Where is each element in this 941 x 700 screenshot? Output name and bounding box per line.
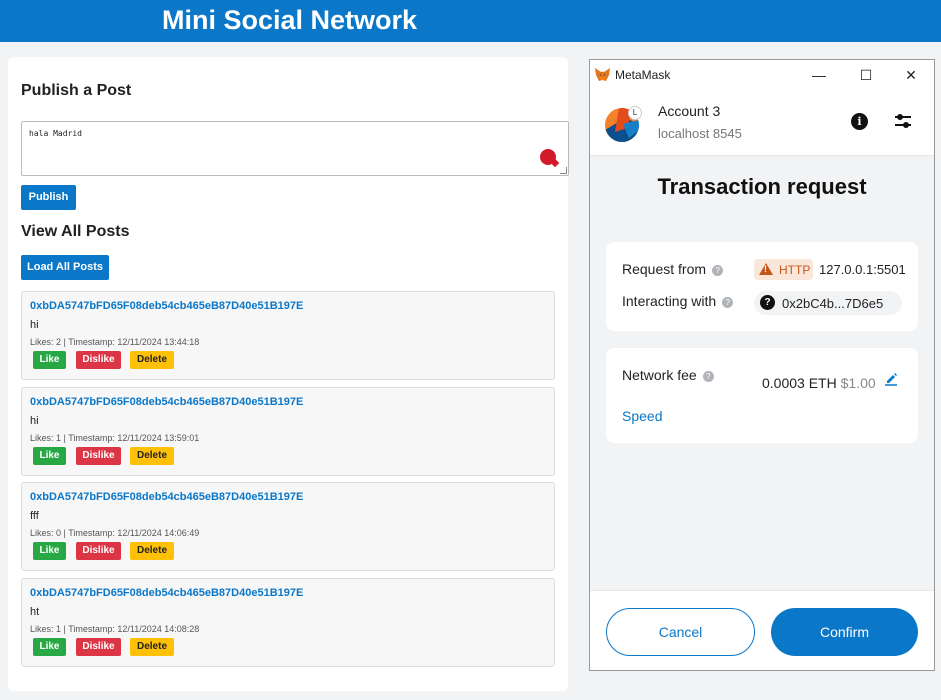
network-fee-row: Network fee? [622, 367, 714, 383]
unknown-contract-icon: ? [760, 295, 775, 310]
like-button[interactable]: Like [33, 447, 66, 465]
post-meta: Likes: 0 | Timestamp: 12/11/2024 14:06:4… [30, 528, 200, 538]
publish-button[interactable]: Publish [21, 185, 76, 210]
help-icon[interactable]: ? [702, 371, 714, 382]
help-icon[interactable]: ? [722, 297, 734, 308]
settings-sliders-icon[interactable] [894, 112, 912, 130]
post-textarea[interactable]: hala Madrid [21, 121, 569, 176]
like-button[interactable]: Like [33, 542, 66, 560]
post-content: hi [30, 319, 39, 331]
help-icon[interactable]: ? [712, 265, 724, 276]
network-badge-letter: L [628, 106, 642, 120]
account-name[interactable]: Account 3 [658, 103, 720, 119]
post-meta: Likes: 1 | Timestamp: 12/11/2024 14:08:2… [30, 624, 200, 634]
app-title: Mini Social Network [162, 5, 418, 35]
speed-link[interactable]: Speed [622, 408, 662, 424]
post-author: 0xbDA5747bFD65F08deb54cb465eB87D40e51B19… [30, 491, 304, 503]
contract-address: 0x2bC4b...7D6e5 [782, 296, 884, 311]
request-from-row: Request from? [622, 261, 724, 277]
close-button[interactable]: ✕ [900, 64, 922, 86]
resize-handle-icon[interactable] [560, 167, 567, 174]
confirm-button[interactable]: Confirm [771, 608, 918, 656]
post-content: ht [30, 606, 40, 618]
metamask-fox-icon [595, 68, 610, 81]
like-button[interactable]: Like [33, 638, 66, 656]
network-badge: L [605, 106, 642, 142]
metamask-titlebar: MetaMask — ☐ ✕ [590, 60, 934, 90]
request-origin: 127.0.0.1:5501 [819, 262, 906, 277]
post-content: hi [30, 415, 39, 427]
app-header: Mini Social Network [0, 0, 941, 42]
http-badge-label: HTTP [779, 263, 811, 277]
interacting-with-row: Interacting with? [622, 293, 734, 309]
delete-button[interactable]: Delete [130, 542, 174, 560]
main-panel: Publish a Post hala Madrid Publish View … [8, 57, 569, 691]
cancel-button[interactable]: Cancel [606, 608, 755, 656]
delete-button[interactable]: Delete [130, 447, 174, 465]
view-posts-heading: View All Posts [21, 223, 130, 240]
minimize-button[interactable]: — [808, 64, 830, 86]
grammar-check-icon[interactable] [540, 149, 556, 165]
post-author: 0xbDA5747bFD65F08deb54cb465eB87D40e51B19… [30, 587, 304, 599]
post-author: 0xbDA5747bFD65F08deb54cb465eB87D40e51B19… [30, 300, 304, 312]
contract-address-pill[interactable]: ? 0x2bC4b...7D6e5 [754, 291, 902, 315]
fee-eth: 0.0003 ETH [762, 375, 837, 391]
post-author: 0xbDA5747bFD65F08deb54cb465eB87D40e51B19… [30, 396, 304, 408]
metamask-window-title: MetaMask [615, 68, 671, 82]
post-meta: Likes: 1 | Timestamp: 12/11/2024 13:59:0… [30, 433, 200, 443]
http-warning-badge: HTTP [754, 259, 813, 280]
post-card: 0xbDA5747bFD65F08deb54cb465eB87D40e51B19… [21, 578, 555, 667]
post-card: 0xbDA5747bFD65F08deb54cb465eB87D40e51B19… [21, 291, 555, 380]
request-details-card: Request from? HTTP 127.0.0.1:5501 Intera… [606, 242, 918, 331]
network-fee-label: Network fee [622, 367, 697, 383]
info-icon[interactable]: i [851, 113, 868, 130]
delete-button[interactable]: Delete [130, 638, 174, 656]
network-fee-card: Network fee? 0.0003 ETH $1.00 Speed [606, 348, 918, 443]
dislike-button[interactable]: Dislike [76, 447, 121, 465]
metamask-footer: Cancel Confirm [590, 590, 934, 670]
post-card: 0xbDA5747bFD65F08deb54cb465eB87D40e51B19… [21, 482, 555, 571]
account-header: L Account 3 localhost 8545 i [590, 90, 934, 156]
request-from-label: Request from [622, 261, 707, 277]
publish-heading: Publish a Post [21, 82, 132, 99]
post-card: 0xbDA5747bFD65F08deb54cb465eB87D40e51B19… [21, 387, 555, 476]
dislike-button[interactable]: Dislike [76, 351, 121, 369]
post-content: fff [30, 510, 39, 522]
post-meta: Likes: 2 | Timestamp: 12/11/2024 13:44:1… [30, 337, 200, 347]
delete-button[interactable]: Delete [130, 351, 174, 369]
metamask-window: MetaMask — ☐ ✕ L Account 3 localhost 854… [589, 59, 935, 671]
network-name: localhost 8545 [658, 126, 742, 141]
dislike-button[interactable]: Dislike [76, 542, 121, 560]
interacting-with-label: Interacting with [622, 293, 717, 309]
network-fee-value: 0.0003 ETH $1.00 [762, 375, 876, 391]
post-textarea-value: hala Madrid [29, 129, 82, 138]
edit-fee-icon[interactable] [884, 372, 898, 386]
maximize-button[interactable]: ☐ [855, 64, 877, 86]
fee-usd: $1.00 [840, 375, 876, 391]
like-button[interactable]: Like [33, 351, 66, 369]
load-all-posts-button[interactable]: Load All Posts [21, 255, 109, 280]
warning-icon [759, 263, 773, 275]
dislike-button[interactable]: Dislike [76, 638, 121, 656]
transaction-request-title: Transaction request [657, 174, 867, 199]
